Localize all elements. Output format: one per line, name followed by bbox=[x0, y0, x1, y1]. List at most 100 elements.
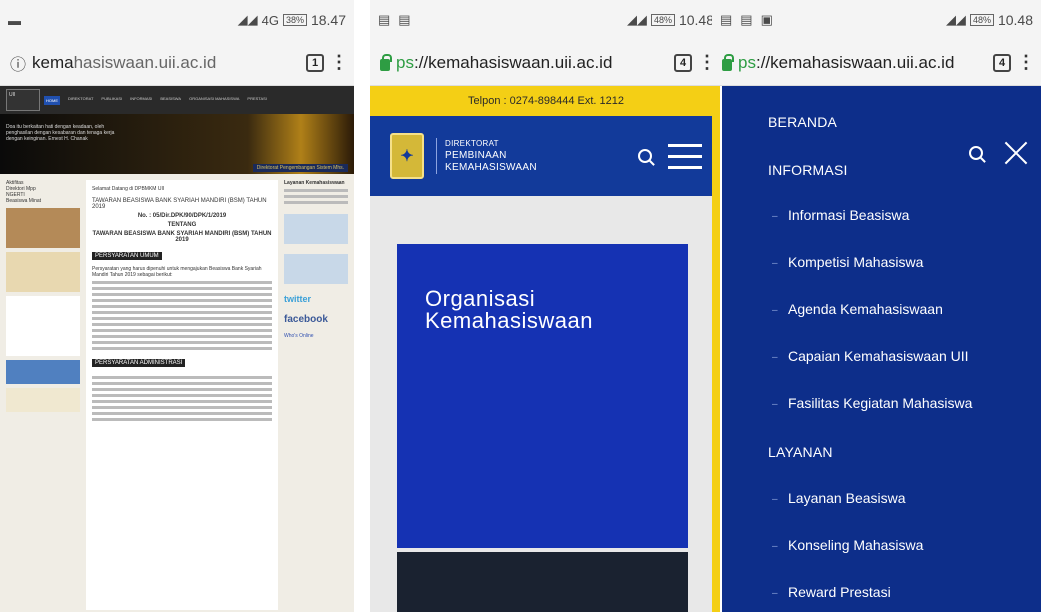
menu-kompetisi-mahasiswa[interactable]: Kompetisi Mahasiswa bbox=[788, 254, 923, 270]
image-icon: ▣ bbox=[760, 12, 773, 27]
screenshot-mobile-home: ▤ ▤ ◢◢ 48% 10.48 ps://kemahasiswaan.uii.a… bbox=[370, 0, 722, 612]
menu-informasi-beasiswa[interactable]: Informasi Beasiswa bbox=[788, 207, 909, 223]
tab-switcher-button[interactable]: 4 bbox=[674, 53, 692, 72]
nav-informasi[interactable]: INFORMASI bbox=[130, 96, 152, 105]
post-title[interactable]: TAWARAN BEASISWA BANK SYARIAH MANDIRI (B… bbox=[92, 198, 272, 210]
left-sidebar: Aktifitas Direktori Mpp NGERTI Beasiswa … bbox=[6, 180, 80, 610]
notification-icon: ▤ bbox=[740, 12, 753, 27]
right-banner[interactable] bbox=[284, 214, 348, 244]
menu-beranda[interactable]: BERANDA bbox=[768, 114, 837, 130]
sidebar-link[interactable]: Beasiswa Minat bbox=[6, 198, 80, 204]
notification-icon: ▤ bbox=[378, 12, 391, 27]
card-title: Kemahasiswaan bbox=[425, 308, 593, 333]
tab-switcher-button[interactable]: 4 bbox=[993, 53, 1011, 72]
menu-agenda-kemahasiswaan[interactable]: Agenda Kemahasiswaan bbox=[788, 301, 943, 317]
tab-switcher-button[interactable]: 1 bbox=[306, 53, 324, 72]
signal-icon: ◢◢ bbox=[237, 12, 258, 27]
menu-capaian-kemahasiswaan[interactable]: Capaian Kemahasiswaan UII bbox=[788, 348, 969, 364]
status-bar: ▤ ▤ ◢◢ 48% 10.48 bbox=[370, 0, 722, 40]
organisasi-card[interactable]: Organisasi Kemahasiswaan bbox=[397, 244, 688, 548]
nav-prestasi[interactable]: PRESTASI bbox=[247, 96, 267, 105]
close-icon[interactable] bbox=[1003, 140, 1029, 166]
more-menu-icon[interactable]: ⋮ bbox=[1017, 52, 1035, 73]
section-heading: PERSYARATAN ADMINISTRASI bbox=[92, 359, 186, 367]
nav-beasiswa[interactable]: BEASISWA bbox=[160, 96, 181, 105]
menu-layanan[interactable]: LAYANAN bbox=[768, 444, 833, 460]
more-menu-icon[interactable]: ⋮ bbox=[330, 52, 348, 73]
uii-logo: UII bbox=[6, 89, 40, 111]
url-field[interactable]: ps://kemahasiswaan.uii.ac.id bbox=[738, 53, 987, 73]
battery-label: 38% bbox=[282, 14, 307, 26]
menu-informasi[interactable]: INFORMASI bbox=[768, 162, 848, 178]
address-bar[interactable]: ⓘ kemahasiswaan.uii.ac.id 1 ⋮ bbox=[0, 40, 354, 86]
whos-online: Who's Online bbox=[284, 333, 314, 339]
site-header: UII HOME DIREKTORAT PUBLIKASI INFORMASI … bbox=[0, 86, 354, 114]
twitter-link[interactable]: twitter bbox=[284, 294, 348, 304]
address-bar[interactable]: ps://kemahasiswaan.uii.ac.id 4 ⋮ bbox=[712, 40, 1041, 86]
phone-bar: Telpon : 0274-898444 Ext. 1212 bbox=[370, 86, 722, 116]
nav-publikasi[interactable]: PUBLIKASI bbox=[101, 96, 122, 105]
menu-konseling-mahasiswa[interactable]: Konseling Mahasiswa bbox=[788, 537, 923, 553]
section-heading: PERSYARATAN UMUM bbox=[92, 252, 162, 260]
clock: 10.48 bbox=[997, 12, 1033, 28]
menu-reward-prestasi[interactable]: Reward Prestasi bbox=[788, 584, 891, 600]
search-icon[interactable] bbox=[638, 149, 652, 163]
welcome-text: Selamat Datang di DPBMKM UII bbox=[92, 186, 165, 192]
right-banner[interactable] bbox=[284, 254, 348, 284]
site-logo-text[interactable]: DIREKTORAT PEMBINAAN KEMAHASISWAAN bbox=[436, 138, 537, 174]
battery-label: 48% bbox=[650, 14, 675, 26]
address-bar[interactable]: ps://kemahasiswaan.uii.ac.id 4 ⋮ bbox=[370, 40, 722, 86]
sidebar-box bbox=[6, 296, 80, 356]
menu-layanan-beasiswa[interactable]: Layanan Beasiswa bbox=[788, 490, 906, 506]
screenshot-desktop-view: ▬ ◢◢ 4G 38% 18.47 ⓘ kemahasiswaan.uii.ac… bbox=[0, 0, 354, 612]
banner-quote: Doa itu berkaitan hati dengan keadaan, o… bbox=[6, 124, 115, 142]
doc-number: No. : 05/Dir.DPK/90/DPK/1/2019 bbox=[137, 213, 227, 219]
hero-banner: Doa itu berkaitan hati dengan keadaan, o… bbox=[0, 114, 354, 174]
screenshot-mobile-menu: ▤ ▤ ▣ ◢◢ 48% 10.48 ps://kemahasiswaan.uii.… bbox=[712, 0, 1041, 612]
lock-icon[interactable] bbox=[722, 53, 734, 71]
card-title: Organisasi bbox=[425, 286, 536, 311]
uii-emblem-logo[interactable]: ✦ bbox=[390, 133, 424, 179]
clock: 10.48 bbox=[678, 12, 714, 28]
hamburger-menu-icon[interactable] bbox=[668, 143, 702, 169]
notification-icon: ▤ bbox=[398, 12, 411, 27]
desktop-site: UII HOME DIREKTORAT PUBLIKASI INFORMASI … bbox=[0, 86, 354, 612]
status-bar: ▬ ◢◢ 4G 38% 18.47 bbox=[0, 0, 354, 40]
right-sidebar: Layanan Kemahasiswaan twitter facebook W… bbox=[284, 180, 348, 610]
search-icon[interactable] bbox=[969, 146, 983, 160]
main-article: Selamat Datang di DPBMKM UII TAWARAN BEA… bbox=[86, 180, 278, 610]
video-icon: ▬ bbox=[8, 12, 21, 28]
battery-label: 48% bbox=[969, 14, 994, 26]
notification-icon: ▤ bbox=[720, 12, 733, 27]
url-field[interactable]: kemahasiswaan.uii.ac.id bbox=[32, 53, 300, 73]
nav-organisasi[interactable]: ORGANISASI MAHASISWA bbox=[189, 96, 239, 105]
right-title: Layanan Kemahasiswaan bbox=[284, 180, 345, 186]
intro-text: Persyaratan yang harus dipenuhi untuk me… bbox=[92, 266, 262, 278]
sidebar-image[interactable] bbox=[6, 208, 80, 248]
signal-icon: ◢◢ bbox=[626, 12, 647, 27]
doc-tentang: TENTANG bbox=[167, 222, 197, 228]
more-menu-icon[interactable]: ⋮ bbox=[698, 52, 716, 73]
site-nav: HOME DIREKTORAT PUBLIKASI INFORMASI BEAS… bbox=[44, 95, 267, 105]
info-icon[interactable]: ⓘ bbox=[10, 51, 26, 75]
nav-home[interactable]: HOME bbox=[44, 95, 60, 105]
sidebar-banner[interactable] bbox=[6, 388, 80, 412]
site-header: ✦ DIREKTORAT PEMBINAAN KEMAHASISWAAN bbox=[370, 116, 722, 196]
banner-caption: Direktorat Pengembangan Sistem Mhs. bbox=[252, 164, 348, 172]
clock: 18.47 bbox=[310, 12, 346, 28]
page-body: Organisasi Kemahasiswaan bbox=[370, 196, 722, 612]
lock-icon[interactable] bbox=[380, 53, 392, 71]
page-edge bbox=[712, 86, 720, 612]
site-columns: Aktifitas Direktori Mpp NGERTI Beasiswa … bbox=[0, 174, 354, 612]
nav-drawer: BERANDA INFORMASI – Informasi Beasiswa –… bbox=[722, 86, 1041, 612]
status-bar: ▤ ▤ ▣ ◢◢ 48% 10.48 bbox=[712, 0, 1041, 40]
url-field[interactable]: ps://kemahasiswaan.uii.ac.id bbox=[396, 53, 668, 73]
network-label: 4G bbox=[261, 12, 279, 28]
nav-direktorat[interactable]: DIREKTORAT bbox=[68, 96, 93, 105]
sidebar-banner[interactable] bbox=[6, 252, 80, 292]
signal-icon: ◢◢ bbox=[945, 12, 966, 27]
sidebar-banner[interactable] bbox=[6, 360, 80, 384]
facebook-link[interactable]: facebook bbox=[284, 314, 348, 325]
menu-fasilitas-kegiatan[interactable]: Fasilitas Kegiatan Mahasiswa bbox=[788, 395, 972, 411]
next-card[interactable] bbox=[397, 552, 688, 612]
